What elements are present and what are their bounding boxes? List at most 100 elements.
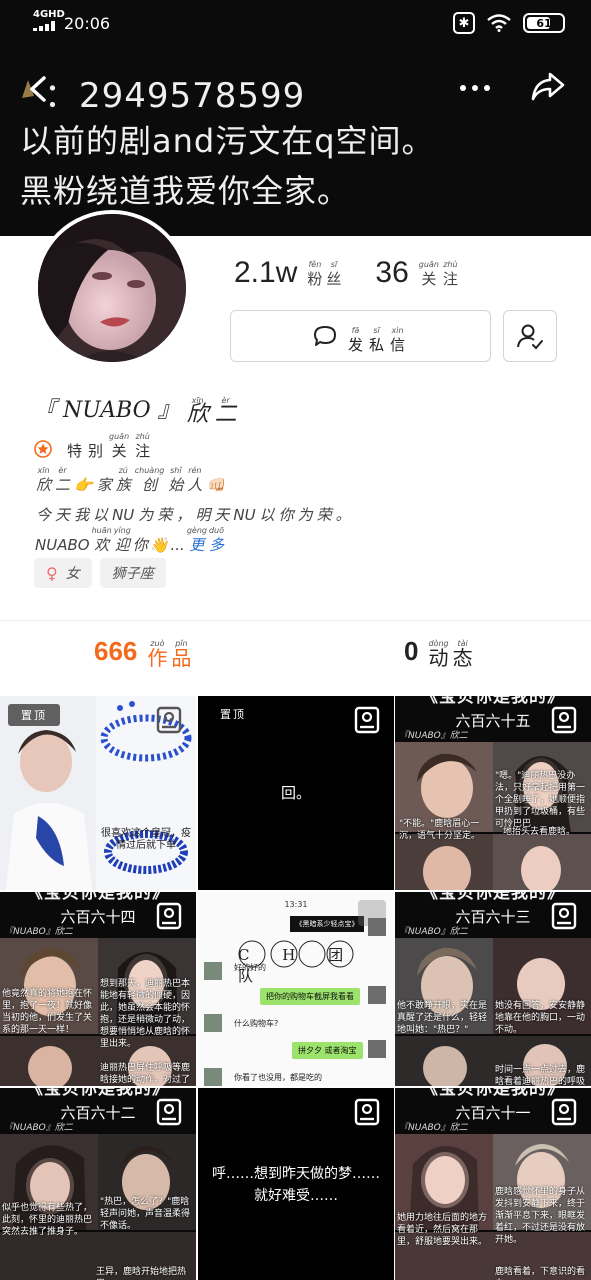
bio-char: 天 [214, 506, 230, 524]
display-name-right: xīn 欣 èr 二 [184, 396, 240, 427]
tile-4-brand: 『NUABO』欣二 [4, 927, 73, 937]
chat-avatar [204, 1014, 222, 1032]
tile-4-caption-1: 他竟然真的将她抱在怀里，抱了一夜！就好像当初的他，们发生了关系的那一天一样！ [2, 989, 93, 1035]
work-tile-2[interactable]: 置顶 回。 [198, 696, 394, 890]
special-follow-char: guān 关 [109, 432, 130, 460]
bio-char: 荣 [316, 506, 332, 524]
signal-icon [33, 21, 57, 31]
work-tile-9[interactable]: 《宝贝你是我的》 六百六十一 『NUABO』欣二 她用力地往后面的地方看着近，然… [395, 1088, 591, 1280]
fans-count[interactable]: 2.1w [234, 256, 297, 290]
bio-char: rén 人 [187, 466, 203, 494]
user-check-icon [517, 324, 543, 350]
bio-char: duō 多 [208, 526, 225, 554]
work-tile-4[interactable]: 《宝贝你是我的》 六百六十四 『NUABO』欣二 他竟然真的将她抱在怀里，抱了一… [0, 892, 196, 1086]
tile-5-bubble-2: 把你的购物车截屏我看看 [260, 988, 360, 1005]
work-tile-8[interactable]: 呼……想到昨天做的梦……就好难受…… [198, 1088, 394, 1280]
moments-label-char: tài 态 [452, 639, 473, 670]
tab-moments[interactable]: 0 dòng 动 tài 态 [404, 636, 475, 670]
chat-avatar [368, 1040, 386, 1058]
bio-char: 以 [259, 506, 275, 524]
bio-line-1: xīn 欣 èr 二 👉 家 zú 族 chuàng 创 shǐ 始 rén 人 👊🏻 [34, 466, 227, 494]
work-tile-5[interactable]: 13:31 C H 团 队 《黑暗系少轻点宝》 好的好的 把你的购物车截屏我看看… [198, 892, 394, 1086]
bluetooth-icon: ✱ [453, 12, 475, 34]
avatar-image [38, 214, 186, 362]
avatar[interactable] [34, 210, 190, 366]
section-divider [0, 620, 591, 621]
send-message-button[interactable]: fā 发 sī 私 xìn 信 [230, 310, 491, 362]
album-icon [551, 1098, 577, 1126]
bio-char: chuàng 创 [134, 466, 165, 494]
content-tabs: 666 zuò 作 pǐn 品 0 dòng 动 tài 态 [0, 636, 591, 682]
chat-avatar [368, 986, 386, 1004]
tile-8-text: 呼……想到昨天做的梦……就好难受…… [212, 1166, 380, 1204]
bio-char: yíng 迎 [113, 526, 131, 554]
tile-7-caption-2: "热巴，怎么了？"鹿晗轻声问她，声音温柔得不像话。 [100, 1197, 191, 1231]
bio-char: NU [112, 506, 135, 524]
bio-char: 👉 [74, 476, 93, 494]
bio-char: 家 [96, 476, 112, 494]
album-icon [156, 1098, 182, 1126]
bio-char: NU [233, 506, 256, 524]
tile-4-caption-3: 迪丽热巴屏住呼吸等鹿晗接她的动作，对过了他 [100, 1063, 191, 1085]
tile-9-caption-2: 鹿晗感觉怀里的身子从发抖到安静下来，终于渐渐平息下来，眼眶发着红，不过还是没有放… [495, 1187, 586, 1245]
qq-id-text: ：2949578599 [44, 76, 306, 116]
bio-char: xīn 欣 [36, 466, 52, 494]
gender-tag-label: 女 [65, 566, 80, 582]
moments-label: dòng 动 tài 态 [426, 639, 474, 670]
bio-char: 为 [297, 506, 313, 524]
bio-char: 荣 [157, 506, 173, 524]
bio-char: 以 [93, 506, 109, 524]
special-follow-char: 特 [67, 442, 83, 460]
followed-button[interactable] [503, 310, 557, 362]
works-grid: 置顶 很喜欢这个皇冠，疫情过后就下单 置顶 回。 《宝贝你是我的》 六百六十五 … [0, 696, 591, 1280]
signature-line-2: 黑粉绕道我爱你全家。 [20, 172, 351, 210]
tile-5-bubble-3: 拼夕夕 或者淘宝 [292, 1042, 363, 1059]
tile-9-brand: 『NUABO』欣二 [399, 1123, 468, 1133]
gender-tag: ♀ 女 [34, 558, 92, 588]
bio-char: 👋 [149, 536, 169, 554]
follow-label-char: zhù 注 [442, 260, 458, 288]
follow-label: guān 关 zhù 注 [417, 260, 460, 288]
share-icon[interactable] [530, 70, 566, 104]
display-name-char: èr 二 [214, 396, 237, 427]
album-icon [156, 706, 182, 734]
tile-7-brand: 『NUABO』欣二 [4, 1123, 73, 1133]
chat-bubble-icon [313, 326, 336, 346]
bio-char: 👊🏻 [206, 476, 226, 494]
tile-3-caption-3: 地抬头去看鹿晗。 [503, 827, 576, 837]
bio-char: 。 [335, 506, 351, 524]
work-tile-6[interactable]: 《宝贝你是我的》 六百六十三 『NUABO』欣二 他不敢睁开眼，实在是真醒了还是… [395, 892, 591, 1086]
bio-char: 你 [132, 536, 148, 554]
chat-avatar [204, 1068, 222, 1086]
status-bar: 4GHD 20:06 ✱ 61 [0, 0, 591, 44]
signature-line-1: 以前的剧and污文在q空间。 [20, 122, 435, 160]
tile-5-msg-3: 你看了也没用，都是吃的 [234, 1073, 322, 1082]
work-tile-3[interactable]: 《宝贝你是我的》 六百六十五 『NUABO』欣二 "嗯。"迪丽热巴没办法，只好拿… [395, 696, 591, 890]
profile-tags: ♀ 女 狮子座 [34, 558, 166, 588]
tile-4-caption-2: 想到那天，迪丽热巴本能地有轻微的僵硬，因此，她虽然会本能的怀抱，还是稍微动了动，… [100, 979, 191, 1049]
special-follow-row: 特 别 guān 关 zhù 注 [34, 432, 153, 460]
works-label-char: pǐn 品 [171, 639, 192, 670]
tile-6-caption-3: 时间一点一点过去，鹿晗看着迪丽热巴的呼吸逐渐 [495, 1065, 586, 1086]
work-tile-1[interactable]: 置顶 很喜欢这个皇冠，疫情过后就下单 [0, 696, 196, 890]
tab-works[interactable]: 666 zuò 作 pǐn 品 [94, 636, 193, 670]
more-icon[interactable] [458, 78, 492, 98]
bio-char: ... [170, 536, 185, 554]
bio-char: gèng 更 [186, 526, 207, 554]
follow-label-char: guān 关 [418, 260, 439, 288]
tile-2-text: 回。 [280, 784, 311, 802]
bio-char: 天 [55, 506, 71, 524]
work-tile-7[interactable]: 《宝贝你是我的》 六百六十二 『NUABO』欣二 似乎也觉得有些热了，此刻，怀里… [0, 1088, 196, 1280]
works-label-char: zuò 作 [147, 639, 168, 670]
bio-char: 你 [278, 506, 294, 524]
clock: 20:06 [64, 14, 111, 33]
send-message-char: xìn 信 [390, 326, 406, 354]
works-count: 666 [94, 636, 138, 666]
special-follow-label: 特 别 guān 关 zhù 注 [64, 432, 153, 460]
bio-line-3[interactable]: NUABO huān 欢 yíng 迎 你 👋 ... gèng 更 duō 多 [34, 526, 225, 554]
tile-3-caption-2: "不能。"鹿晗眉心一沉，语气十分坚定。 [399, 819, 481, 841]
moments-label-char: dòng 动 [428, 639, 449, 670]
album-icon [551, 902, 577, 930]
follow-count[interactable]: 36 [375, 256, 408, 290]
bio-line-2: 今 天 我 以 NU 为 荣 ， 明 天 NU 以 你 为 荣 。 [34, 496, 353, 524]
